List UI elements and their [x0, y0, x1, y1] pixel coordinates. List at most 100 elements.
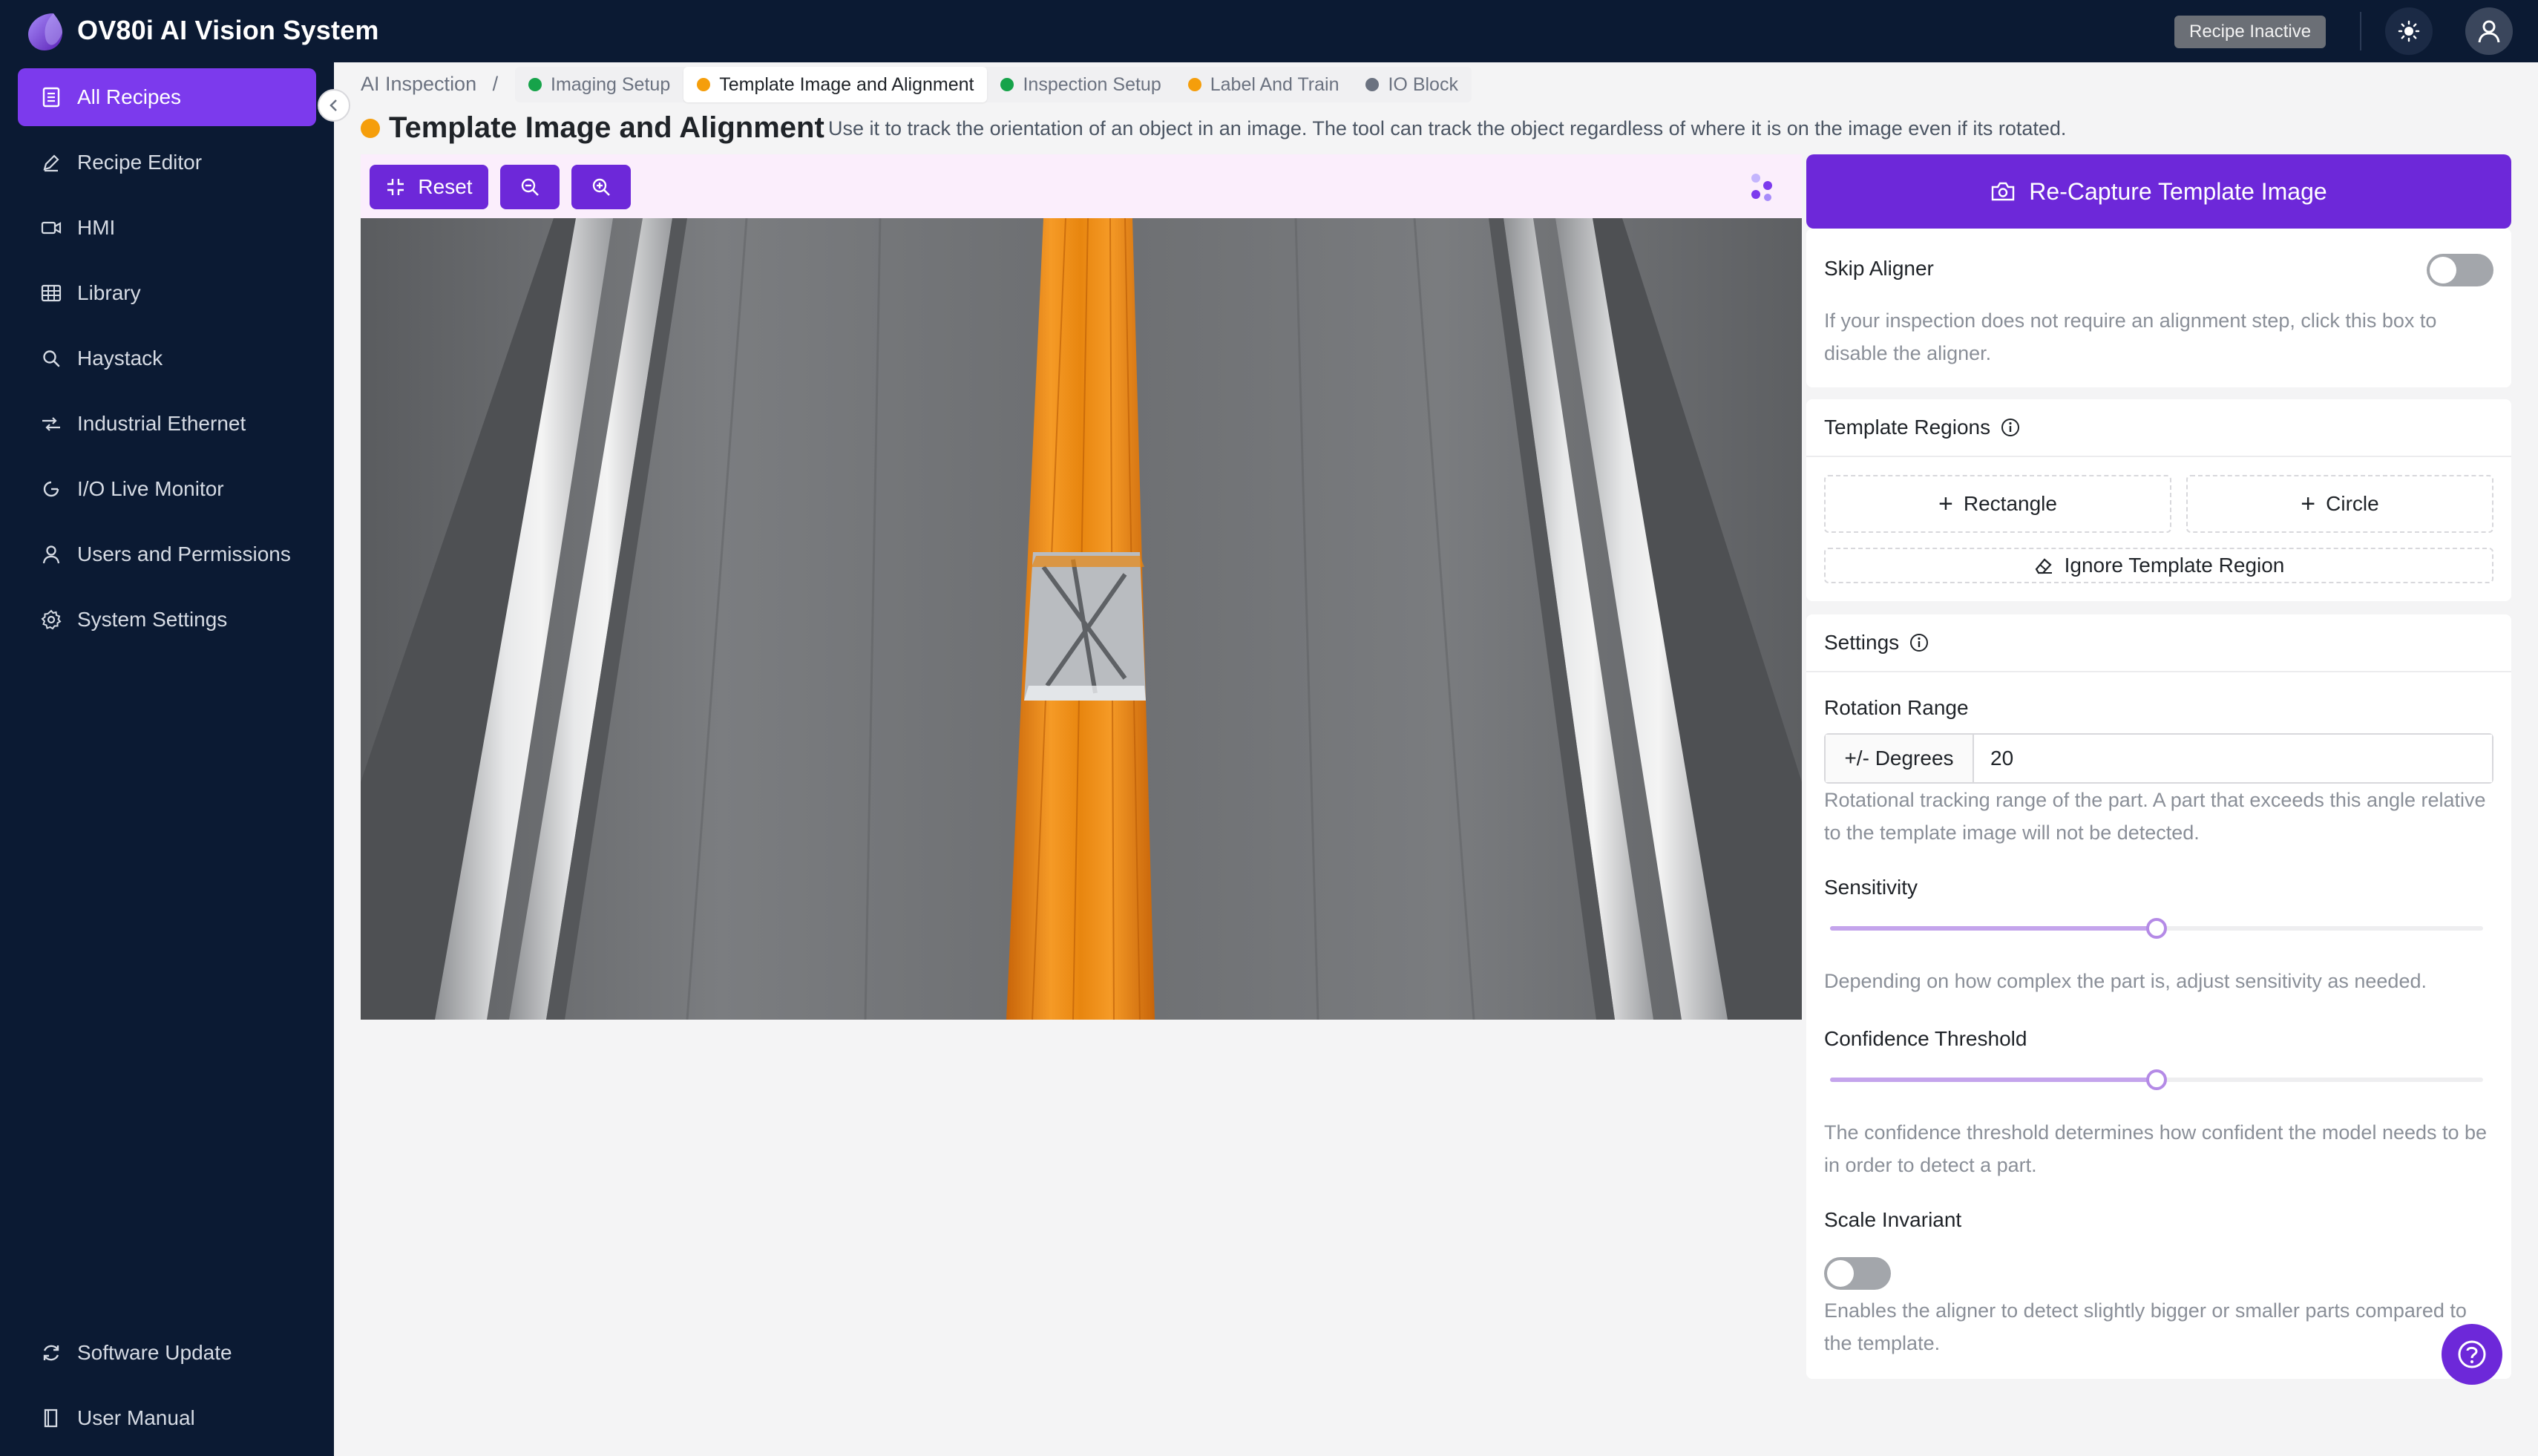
sidebar-item-label: I/O Live Monitor	[77, 477, 224, 500]
gear-icon	[40, 609, 62, 631]
sidebar-item-users-and-permissions[interactable]: Users and Permissions	[18, 525, 316, 583]
sidebar-item-haystack[interactable]: Haystack	[18, 329, 316, 387]
sun-icon	[2398, 20, 2420, 42]
sidebar-item-recipe-editor[interactable]: Recipe Editor	[18, 134, 316, 191]
status-dot	[528, 78, 542, 91]
settings-title: Settings	[1824, 631, 1929, 655]
sidebar-item-io-live-monitor[interactable]: I/O Live Monitor	[18, 460, 316, 518]
sidebar-item-label: Users and Permissions	[77, 542, 291, 565]
status-dot	[697, 78, 711, 91]
sensitivity-slider[interactable]	[1830, 917, 2483, 939]
skip-aligner-card: Skip Aligner If your inspection does not…	[1806, 229, 2511, 387]
rotation-range-help: Rotational tracking range of the part. A…	[1824, 789, 2486, 844]
recapture-template-button[interactable]: Re-Capture Template Image	[1806, 154, 2511, 229]
confidence-threshold-label: Confidence Threshold	[1824, 1027, 2027, 1050]
sensitivity-help: Depending on how complex the part is, ad…	[1824, 970, 2427, 992]
page-status-dot	[361, 119, 380, 138]
camera-icon	[1992, 182, 2015, 201]
user-account-button[interactable]	[2465, 7, 2513, 55]
top-header: OV80i AI Vision System Recipe Inactive	[0, 0, 2538, 62]
sidebar-item-label: Haystack	[77, 347, 163, 370]
info-icon	[2001, 419, 2019, 436]
gauge-icon	[40, 478, 62, 500]
sidebar-item-label: All Recipes	[77, 85, 182, 108]
breadcrumb-root-link[interactable]: AI Inspection	[361, 73, 476, 95]
sidebar-collapse-button[interactable]	[318, 89, 350, 122]
zoom-in-button[interactable]	[571, 165, 631, 209]
sidebar-item-label: User Manual	[77, 1406, 195, 1429]
template-regions-title: Template Regions	[1824, 416, 2020, 439]
slider-thumb[interactable]	[2146, 918, 2167, 939]
sidebar-item-software-update[interactable]: Software Update	[18, 1324, 316, 1382]
tab-label: Imaging Setup	[551, 73, 671, 95]
sidebar-item-label: Software Update	[77, 1341, 232, 1364]
scale-invariant-label: Scale Invariant	[1824, 1208, 1962, 1231]
skip-aligner-label: Skip Aligner	[1824, 257, 1934, 280]
tab-label: IO Block	[1388, 73, 1458, 95]
ethernet-icon	[40, 413, 62, 435]
sidebar-item-library[interactable]: Library	[18, 264, 316, 322]
recipe-status-badge: Recipe Inactive	[2174, 16, 2326, 48]
tab-template-image-and-alignment[interactable]: Template Image and Alignment	[683, 67, 988, 102]
add-rectangle-button[interactable]: + Rectangle	[1824, 475, 2171, 533]
plus-icon: +	[2301, 489, 2316, 518]
tab-imaging-setup[interactable]: Imaging Setup	[515, 67, 683, 102]
book-icon	[40, 1407, 62, 1429]
confidence-threshold-help: The confidence threshold determines how …	[1824, 1121, 2488, 1176]
zoom-out-button[interactable]	[500, 165, 560, 209]
theme-toggle-button[interactable]	[2385, 7, 2433, 55]
question-icon	[2458, 1340, 2486, 1368]
sidebar: All Recipes Recipe Editor HMI Library Ha…	[0, 62, 334, 1456]
tab-inspection-setup[interactable]: Inspection Setup	[987, 67, 1174, 102]
app-logo-icon	[28, 13, 62, 50]
ignore-template-region-button[interactable]: Ignore Template Region	[1824, 548, 2493, 583]
template-image-canvas[interactable]	[361, 218, 1802, 1020]
header-divider	[2360, 12, 2361, 50]
sidebar-item-hmi[interactable]: HMI	[18, 199, 316, 257]
ignore-label: Ignore Template Region	[2064, 554, 2285, 577]
zoom-out-icon	[521, 178, 539, 196]
add-circle-button[interactable]: + Circle	[2186, 475, 2493, 533]
status-dot	[1187, 78, 1201, 91]
plus-icon: +	[1938, 489, 1953, 518]
breadcrumb: AI Inspection /	[361, 73, 498, 96]
confidence-threshold-slider[interactable]	[1830, 1069, 2483, 1091]
scale-invariant-toggle[interactable]	[1824, 1257, 1891, 1290]
rotation-range-label: Rotation Range	[1824, 696, 1969, 719]
app-title: OV80i AI Vision System	[77, 15, 379, 45]
card-divider	[1806, 671, 2511, 672]
table-icon	[40, 282, 62, 304]
conveyor-belt-image	[361, 218, 1802, 1020]
sidebar-item-all-recipes[interactable]: All Recipes	[18, 68, 316, 126]
help-button[interactable]	[2442, 1324, 2502, 1385]
status-dot	[1365, 78, 1380, 91]
reset-button[interactable]: Reset	[370, 165, 488, 209]
rotation-range-input[interactable]	[1974, 735, 2492, 782]
rotation-range-input-group: +/- Degrees	[1824, 733, 2493, 784]
scale-invariant-help: Enables the aligner to detect slightly b…	[1824, 1299, 2467, 1354]
page-description: Use it to track the orientation of an ob…	[828, 117, 2067, 140]
tab-io-block[interactable]: IO Block	[1352, 67, 1471, 102]
sidebar-item-system-settings[interactable]: System Settings	[18, 591, 316, 649]
tab-label: Inspection Setup	[1023, 73, 1161, 95]
breadcrumb-separator: /	[492, 73, 499, 95]
sidebar-item-label: Library	[77, 281, 141, 304]
recapture-label: Re-Capture Template Image	[2029, 177, 2327, 205]
sidebar-item-label: HMI	[77, 216, 116, 239]
sidebar-item-user-manual[interactable]: User Manual	[18, 1389, 316, 1447]
template-regions-card: Template Regions + Rectangle + Circle Ig…	[1806, 399, 2511, 601]
slider-thumb[interactable]	[2146, 1069, 2167, 1090]
settings-card: Settings Rotation Range +/- Degrees Rota…	[1806, 614, 2511, 1379]
skip-aligner-toggle[interactable]	[2427, 254, 2493, 286]
sidebar-item-label: System Settings	[77, 608, 228, 631]
sidebar-item-label: Industrial Ethernet	[77, 412, 246, 435]
sidebar-item-label: Recipe Editor	[77, 151, 203, 174]
image-viewer-toolbar: Reset	[361, 154, 1802, 218]
user-icon	[40, 543, 62, 565]
status-dot	[1000, 78, 1014, 91]
tab-label-and-train[interactable]: Label And Train	[1175, 67, 1353, 102]
camera-icon	[40, 217, 62, 239]
refresh-icon	[40, 1342, 62, 1364]
info-icon	[1909, 634, 1928, 652]
sidebar-item-industrial-ethernet[interactable]: Industrial Ethernet	[18, 395, 316, 453]
